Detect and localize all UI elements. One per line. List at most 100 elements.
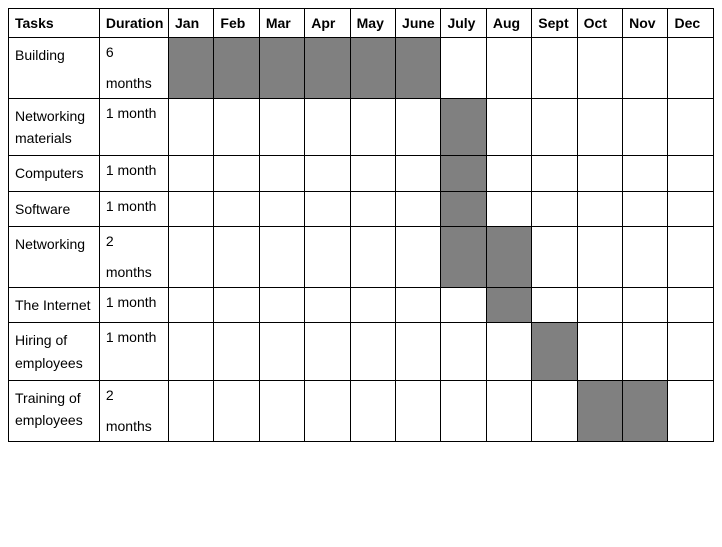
gantt-cell: [396, 227, 441, 288]
gantt-cell: [532, 191, 577, 226]
gantt-cell: [623, 380, 668, 441]
table-row: Computers 1 month: [9, 156, 714, 191]
gantt-cell: [668, 156, 714, 191]
gantt-cell: [259, 227, 304, 288]
gantt-cell: [577, 156, 622, 191]
gantt-cell: [259, 156, 304, 191]
gantt-cell: [623, 156, 668, 191]
gantt-cell: [350, 380, 395, 441]
header-month: May: [350, 9, 395, 38]
gantt-cell: [441, 156, 486, 191]
gantt-cell: [350, 191, 395, 226]
gantt-cell: [259, 98, 304, 156]
table-row: Building6months: [9, 38, 714, 99]
duration-cell: 1 month: [99, 191, 168, 226]
gantt-cell: [214, 156, 259, 191]
duration-cell: 2months: [99, 380, 168, 441]
gantt-cell: [668, 191, 714, 226]
task-cell: Computers: [9, 156, 100, 191]
gantt-cell: [577, 98, 622, 156]
duration-cell: 6months: [99, 38, 168, 99]
gantt-cell: [577, 191, 622, 226]
duration-cell: 1 month: [99, 98, 168, 156]
header-month: July: [441, 9, 486, 38]
header-month: June: [396, 9, 441, 38]
gantt-cell: [305, 227, 350, 288]
table-row: Networking materials1 month: [9, 98, 714, 156]
gantt-cell: [350, 227, 395, 288]
gantt-cell: [532, 38, 577, 99]
gantt-cell: [577, 380, 622, 441]
gantt-cell: [623, 38, 668, 99]
gantt-cell: [396, 98, 441, 156]
task-cell: Software: [9, 191, 100, 226]
gantt-cell: [350, 323, 395, 381]
duration-cell: 1 month: [99, 323, 168, 381]
duration-cell: 2months: [99, 227, 168, 288]
gantt-cell: [214, 98, 259, 156]
header-month: Apr: [305, 9, 350, 38]
gantt-cell: [623, 323, 668, 381]
header-month: Mar: [259, 9, 304, 38]
duration-cell: 1 month: [99, 287, 168, 322]
header-month: Aug: [486, 9, 531, 38]
header-month: Dec: [668, 9, 714, 38]
gantt-cell: [214, 323, 259, 381]
gantt-cell: [214, 191, 259, 226]
header-month: Jan: [169, 9, 214, 38]
gantt-cell: [532, 227, 577, 288]
gantt-cell: [486, 227, 531, 288]
gantt-cell: [305, 156, 350, 191]
gantt-cell: [441, 287, 486, 322]
gantt-cell: [350, 98, 395, 156]
gantt-cell: [441, 323, 486, 381]
gantt-cell: [486, 38, 531, 99]
gantt-cell: [259, 38, 304, 99]
gantt-cell: [169, 380, 214, 441]
gantt-cell: [577, 38, 622, 99]
gantt-cell: [623, 191, 668, 226]
header-month: Oct: [577, 9, 622, 38]
duration-cell: 1 month: [99, 156, 168, 191]
gantt-cell: [668, 380, 714, 441]
gantt-cell: [441, 191, 486, 226]
gantt-cell: [396, 191, 441, 226]
header-month: Feb: [214, 9, 259, 38]
gantt-cell: [668, 323, 714, 381]
gantt-cell: [396, 323, 441, 381]
gantt-cell: [486, 191, 531, 226]
gantt-cell: [214, 287, 259, 322]
gantt-cell: [214, 227, 259, 288]
gantt-cell: [668, 227, 714, 288]
gantt-cell: [486, 380, 531, 441]
gantt-cell: [396, 287, 441, 322]
gantt-cell: [532, 156, 577, 191]
gantt-cell: [169, 191, 214, 226]
gantt-cell: [441, 38, 486, 99]
gantt-cell: [623, 227, 668, 288]
gantt-cell: [259, 380, 304, 441]
header-row: Tasks Duration Jan Feb Mar Apr May June …: [9, 9, 714, 38]
gantt-cell: [305, 98, 350, 156]
gantt-cell: [668, 38, 714, 99]
gantt-cell: [396, 156, 441, 191]
gantt-cell: [486, 156, 531, 191]
gantt-cell: [532, 380, 577, 441]
gantt-cell: [350, 287, 395, 322]
gantt-cell: [441, 380, 486, 441]
gantt-cell: [169, 323, 214, 381]
gantt-cell: [668, 98, 714, 156]
gantt-cell: [577, 287, 622, 322]
gantt-cell: [350, 38, 395, 99]
task-cell: Training of employees: [9, 380, 100, 441]
gantt-cell: [441, 98, 486, 156]
gantt-cell: [169, 287, 214, 322]
gantt-cell: [169, 227, 214, 288]
gantt-cell: [486, 287, 531, 322]
gantt-cell: [350, 156, 395, 191]
gantt-cell: [214, 380, 259, 441]
gantt-cell: [623, 287, 668, 322]
gantt-cell: [486, 98, 531, 156]
gantt-cell: [305, 287, 350, 322]
gantt-cell: [532, 287, 577, 322]
